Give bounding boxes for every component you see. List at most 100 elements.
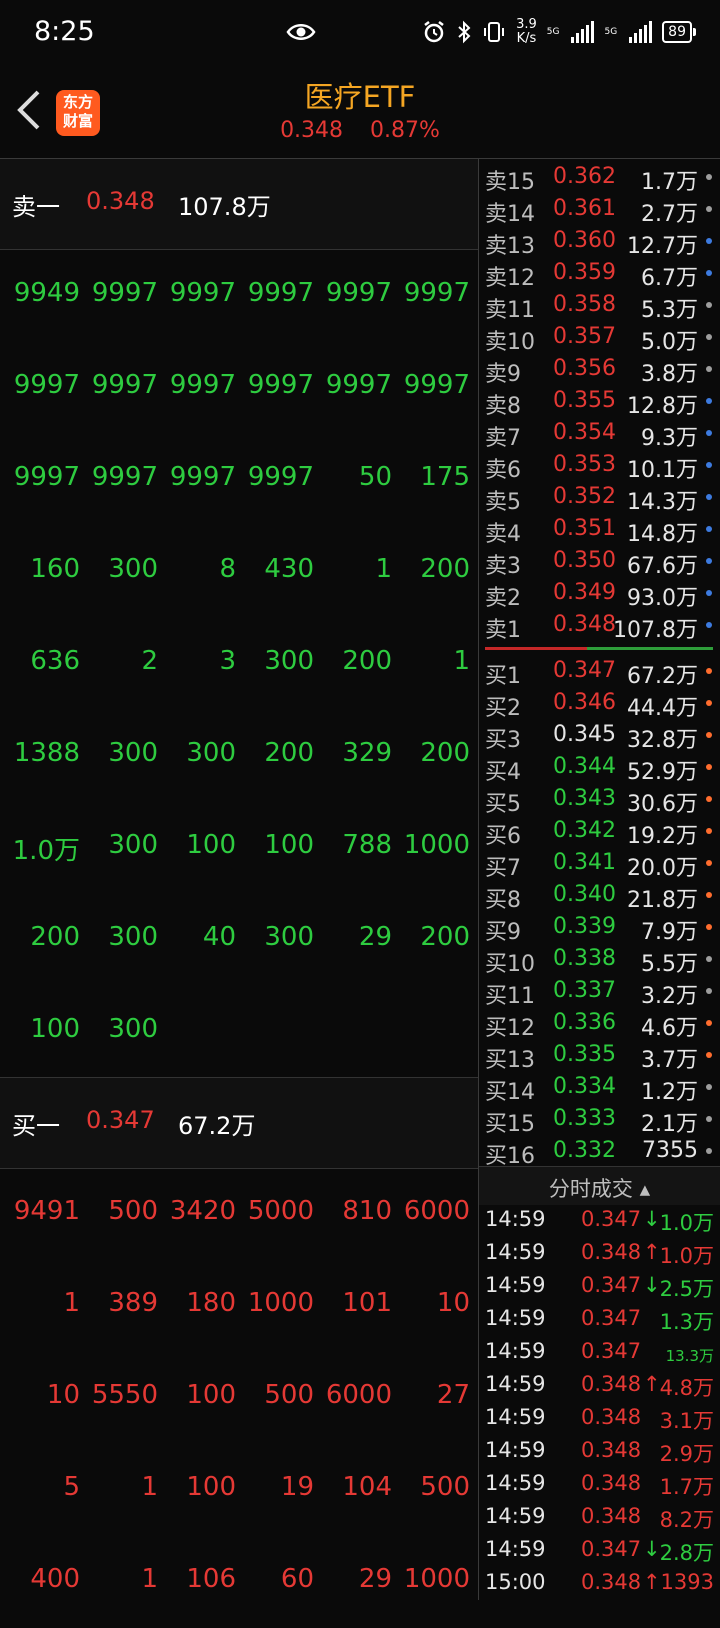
order-book[interactable]: 卖15 0.362 1.7万 卖14 0.361 2.7万 卖13 0.360 12.7万 卖12… xyxy=(479,159,720,1166)
sell-queue-cell: 9997 xyxy=(325,370,392,400)
bid-row[interactable]: 买3 0.345 32.8万 xyxy=(479,719,720,753)
bid-row[interactable]: 买11 0.337 3.2万 xyxy=(479,975,720,1009)
ask-row[interactable]: 卖7 0.354 9.3万 xyxy=(479,417,720,451)
bid-volume: 30.6万 xyxy=(627,792,698,817)
buy-queue-cell: 100 xyxy=(186,1380,236,1410)
buy-queue-cell: 10 xyxy=(46,1380,80,1410)
trades-list[interactable]: 14:59 0.347 ↓ 1.0万 14:59 0.348 ↑ 1.0万 14:59 0.347… xyxy=(479,1204,720,1600)
bid-row[interactable]: 买4 0.344 52.9万 xyxy=(479,751,720,785)
ask-row[interactable]: 卖14 0.361 2.7万 xyxy=(479,193,720,227)
buy-queue-cell: 27 xyxy=(436,1380,470,1410)
ask-row[interactable]: 卖12 0.359 6.7万 xyxy=(479,257,720,291)
dot-icon xyxy=(706,462,712,468)
ask-row[interactable]: 卖9 0.356 3.8万 xyxy=(479,353,720,387)
bid-row[interactable]: 买7 0.341 20.0万 xyxy=(479,847,720,881)
buy-queue-cell: 500 xyxy=(264,1380,314,1410)
bid-row[interactable]: 买16 0.332 7355 xyxy=(479,1135,720,1166)
ask-row[interactable]: 卖10 0.357 5.0万 xyxy=(479,321,720,355)
trade-time: 14:59 xyxy=(485,1537,546,1561)
ask-row[interactable]: 卖13 0.360 12.7万 xyxy=(479,225,720,259)
ask-price: 0.361 xyxy=(553,196,616,221)
trade-price: 0.347 xyxy=(581,1339,642,1363)
sell-queue-cell: 200 xyxy=(420,554,470,584)
sell-queue-cell: 9997 xyxy=(169,370,236,400)
bid-row[interactable]: 买6 0.342 19.2万 xyxy=(479,815,720,849)
ask-row[interactable]: 卖15 0.362 1.7万 xyxy=(479,161,720,195)
dot-icon xyxy=(706,590,712,596)
bid-row[interactable]: 买15 0.333 2.1万 xyxy=(479,1103,720,1137)
bid-row[interactable]: 买10 0.338 5.5万 xyxy=(479,943,720,977)
sell-queue-cell: 300 xyxy=(264,646,314,676)
ask-row[interactable]: 卖6 0.353 10.1万 xyxy=(479,449,720,483)
network-speed: 3.9 K/s xyxy=(516,18,537,46)
trade-volume: 2.5万 xyxy=(659,1277,714,1301)
buy-queue-cell: 104 xyxy=(342,1472,392,1502)
arrow-up-icon: ↑ xyxy=(643,1570,661,1594)
arrow-up-icon: ↑ xyxy=(643,1240,661,1264)
bid-volume: 67.2万 xyxy=(627,664,698,689)
bid-row[interactable]: 买5 0.343 30.6万 xyxy=(479,783,720,817)
bid-row[interactable]: 买13 0.335 3.7万 xyxy=(479,1039,720,1073)
sell-queue-cell: 3 xyxy=(219,646,236,676)
ask-row[interactable]: 卖2 0.349 93.0万 xyxy=(479,577,720,611)
dot-icon xyxy=(706,1020,712,1026)
bid-volume: 52.9万 xyxy=(627,760,698,785)
sell-one-volume: 107.8万 xyxy=(178,193,271,221)
ask-level: 卖7 xyxy=(485,426,521,451)
bid-level: 买9 xyxy=(485,920,521,945)
ask-price: 0.349 xyxy=(553,580,616,605)
trade-row: 14:59 0.347 1.3万 xyxy=(479,1303,720,1336)
ask-row[interactable]: 卖3 0.350 67.6万 xyxy=(479,545,720,579)
sell-queue-cell: 200 xyxy=(420,922,470,952)
bid-price: 0.347 xyxy=(553,658,616,683)
sell-queue-row: 160 300 8 430 1 200 xyxy=(0,526,478,618)
trade-time: 14:59 xyxy=(485,1207,546,1231)
trade-volume: 3.1万 xyxy=(659,1409,714,1433)
network-type-1: 5G xyxy=(546,27,560,37)
bid-level: 买2 xyxy=(485,696,521,721)
status-bar: 8:25 3.9 K/s 5G 5G 89 xyxy=(0,0,720,68)
ask-volume: 107.8万 xyxy=(613,618,698,643)
buy-queue-cell: 9491 xyxy=(13,1196,80,1226)
trade-row: 14:59 0.348 8.2万 xyxy=(479,1501,720,1534)
bid-volume: 2.1万 xyxy=(641,1112,698,1137)
bid-level: 买15 xyxy=(485,1112,535,1137)
trade-volume: 1.0万 xyxy=(659,1211,714,1235)
buy-queue-cell: 1 xyxy=(63,1288,80,1318)
ask-price: 0.351 xyxy=(553,516,616,541)
ask-level: 卖3 xyxy=(485,554,521,579)
bid-price: 0.339 xyxy=(553,914,616,939)
sell-queue-cell: 9997 xyxy=(91,278,158,308)
trade-price: 0.348 xyxy=(581,1372,642,1396)
bid-row[interactable]: 买8 0.340 21.8万 xyxy=(479,879,720,913)
battery-level: 89 xyxy=(668,24,686,40)
bid-price: 0.346 xyxy=(553,690,616,715)
sell-one-summary: 卖一 0.348 107.8万 xyxy=(0,159,478,250)
dot-icon xyxy=(706,270,712,276)
dot-icon xyxy=(706,956,712,962)
ask-row[interactable]: 卖8 0.355 12.8万 xyxy=(479,385,720,419)
bid-price: 0.334 xyxy=(553,1074,616,1099)
sell-queue-cell: 1 xyxy=(375,554,392,584)
ask-row[interactable]: 卖5 0.352 14.3万 xyxy=(479,481,720,515)
buy-queue-cell: 101 xyxy=(342,1288,392,1318)
bid-level: 买4 xyxy=(485,760,521,785)
bid-price: 0.338 xyxy=(553,946,616,971)
bid-row[interactable]: 买9 0.339 7.9万 xyxy=(479,911,720,945)
trade-volume: 1.0万 xyxy=(659,1244,714,1268)
bid-volume: 20.0万 xyxy=(627,856,698,881)
ask-level: 卖9 xyxy=(485,362,521,387)
ask-price: 0.357 xyxy=(553,324,616,349)
ask-volume: 93.0万 xyxy=(627,586,698,611)
trade-time: 14:59 xyxy=(485,1339,546,1363)
sell-queue-row: 100 300 xyxy=(0,986,478,1078)
ask-row[interactable]: 卖11 0.358 5.3万 xyxy=(479,289,720,323)
trades-header[interactable]: 分时成交 ▴ xyxy=(479,1166,720,1205)
bid-row[interactable]: 买14 0.334 1.2万 xyxy=(479,1071,720,1105)
trade-volume: 1.3万 xyxy=(659,1310,714,1334)
bid-row[interactable]: 买2 0.346 44.4万 xyxy=(479,687,720,721)
bid-row[interactable]: 买12 0.336 4.6万 xyxy=(479,1007,720,1041)
ask-row[interactable]: 卖4 0.351 14.8万 xyxy=(479,513,720,547)
bid-row[interactable]: 买1 0.347 67.2万 xyxy=(479,655,720,689)
ask-row[interactable]: 卖1 0.348 107.8万 xyxy=(479,609,720,643)
